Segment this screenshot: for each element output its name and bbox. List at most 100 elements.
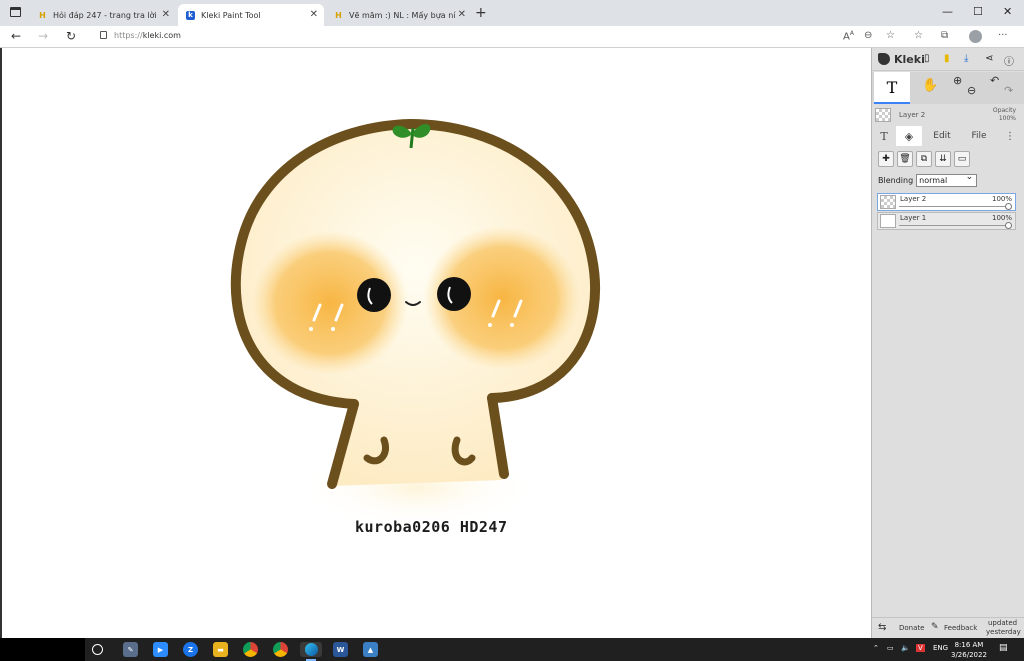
panel-footer: ⇆ Donate ✎ Feedback updated yesterday [872,617,1024,638]
chrome-profile-icon[interactable] [273,642,288,657]
share-icon[interactable]: ⋖ [985,53,993,64]
tab-layers[interactable]: ◈ [896,126,922,146]
address-bar: ← → ↻ https://kleki.com AA ⊖ ☆ ☆ ⧉ ··· [0,26,1024,48]
kleki-favicon-icon: k [186,10,195,20]
close-window-button[interactable]: ✕ [1003,5,1012,18]
swap-panel-icon[interactable]: ⇆ [878,622,886,633]
layer-thumb [880,214,896,228]
layer-name: Layer 1 [900,214,927,222]
word-icon[interactable]: W [333,642,348,657]
panel-tabs: T ◈ Edit File ⋮ [872,126,1024,146]
download-icon[interactable]: ⤓ [964,53,968,64]
import-icon[interactable]: ▮ [944,53,950,64]
redo-icon[interactable]: ↷ [1004,84,1013,97]
layer-row[interactable]: Layer 2 100% [877,193,1016,211]
blending-label: Blending [878,176,914,185]
collections-icon[interactable]: ⧉ [941,30,948,41]
clock-time: 8:16 AM [954,641,984,649]
url-scheme: https:// [114,31,143,40]
layer-thumb [880,195,896,209]
add-layer-button[interactable]: ✚ [878,151,894,167]
hand-tool-icon[interactable]: ✋ [922,78,938,93]
tab-file[interactable]: File [962,126,996,146]
feedback-icon: ✎ [931,622,939,632]
undo-icon[interactable]: ↶ [990,74,999,87]
refresh-icon[interactable]: ↻ [66,29,76,43]
photos-icon[interactable]: ▲ [363,642,378,657]
clock[interactable]: 8:16 AM 3/26/2022 [951,640,987,660]
tab-tool-settings[interactable]: T [872,126,896,146]
back-icon[interactable]: ← [11,29,21,43]
tab-title: Vẽ măm :) NL : Mấy bựa ní nỏ cớ [349,10,457,20]
close-tab-icon[interactable]: ✕ [310,9,318,20]
delete-layer-button[interactable]: 🗑 [897,151,913,167]
drawing-canvas[interactable]: kuroba0206 HD247 [0,48,871,638]
kleki-logo-text: Kleki [894,52,925,66]
feedback-link[interactable]: Feedback [944,624,977,632]
chrome-icon[interactable] [243,642,258,657]
merge-layer-button[interactable]: ⇊ [935,151,951,167]
profile-avatar[interactable] [969,30,982,43]
opacity-value: 100% [998,115,1016,122]
tab-edit[interactable]: Edit [924,126,960,146]
zoom-in-icon[interactable]: ⊕ [953,74,962,87]
tab-title: Kleki Paint Tool [201,10,261,20]
zalo-app-icon[interactable]: Z [183,642,198,657]
tab-vemam[interactable]: H Vẽ măm :) NL : Mấy bựa ní nỏ cớ ✕ [326,4,472,26]
notifications-icon[interactable]: ▤ [999,643,1008,653]
maximize-button[interactable]: ☐ [973,5,983,18]
zoom-icon[interactable]: ⊖ [864,30,872,41]
artwork [230,118,601,528]
add-favorite-icon[interactable]: ☆ [886,30,895,41]
close-tab-icon[interactable]: ✕ [162,9,170,20]
more-options-icon[interactable]: ⋮ [1000,126,1020,146]
text-tool-button[interactable]: T [874,72,910,104]
tab-kleki[interactable]: k Kleki Paint Tool ✕ [178,4,324,26]
unikey-icon[interactable]: V [916,644,925,652]
blending-select[interactable]: normal [916,172,978,187]
opacity-label: Opacity [992,107,1016,114]
show-hidden-icons-icon[interactable]: ⌃ [873,644,879,652]
current-layer-info: Layer 2 Opacity 100% [872,105,1024,125]
task-view-icon[interactable] [92,644,103,655]
paint-app-icon[interactable]: ✎ [123,642,138,657]
layer-opacity-slider[interactable] [899,225,1009,226]
taskbar: ✎ ▶ Z ▬ W ▲ ⌃ ▭ 🔈 V ENG 8:16 AM 3/26/202… [0,638,1024,661]
file-explorer-icon[interactable]: ▬ [213,642,228,657]
zoom-out-icon[interactable]: ⊖ [967,84,976,97]
slider-knob[interactable] [1005,203,1012,210]
clock-date: 3/26/2022 [951,651,987,659]
layer-buttons: ✚ 🗑 ⧉ ⇊ ▭ [878,151,970,167]
layer-opacity: 100% [991,195,1012,203]
minimize-button[interactable]: — [942,5,953,18]
language-indicator[interactable]: ENG [933,644,948,652]
layer-name: Layer 2 [900,195,927,203]
new-tab-button[interactable]: + [475,5,487,21]
more-menu-icon[interactable]: ··· [998,30,1008,41]
slider-knob[interactable] [1005,222,1012,229]
help-icon[interactable]: ⓘ [1004,53,1014,68]
volume-icon[interactable]: 🔈 [901,644,910,652]
right-eye [437,277,471,311]
layer-opacity-slider[interactable] [899,206,1009,207]
toolbar: T ✋ ⊕ ⊖ ↶ ↷ [872,72,1024,104]
donate-link[interactable]: Donate [899,624,924,632]
read-aloud-icon[interactable]: AA [843,30,854,42]
tab-hoidap[interactable]: H Hỏi đáp 247 - trang tra lời ✕ [30,4,176,26]
favorites-icon[interactable]: ☆ [914,30,923,41]
zoom-app-icon[interactable]: ▶ [153,642,168,657]
tab-title: Hỏi đáp 247 - trang tra lời [53,10,157,20]
tab-actions-icon[interactable] [10,7,21,17]
close-tab-icon[interactable]: ✕ [458,9,466,20]
new-image-icon[interactable]: ▯ [924,53,930,64]
duplicate-layer-button[interactable]: ⧉ [916,151,932,167]
rename-layer-button[interactable]: ▭ [954,151,970,167]
edge-icon[interactable] [300,642,322,657]
taskbar-search-area[interactable] [0,638,85,661]
layer-row[interactable]: Layer 1 100% [877,212,1016,230]
network-icon[interactable]: ▭ [887,644,894,652]
layer-opacity: 100% [991,214,1012,222]
forward-icon[interactable]: → [38,29,48,43]
screen: H Hỏi đáp 247 - trang tra lời ✕ k Kleki … [0,0,1024,661]
url-field[interactable]: https://kleki.com [100,31,181,40]
